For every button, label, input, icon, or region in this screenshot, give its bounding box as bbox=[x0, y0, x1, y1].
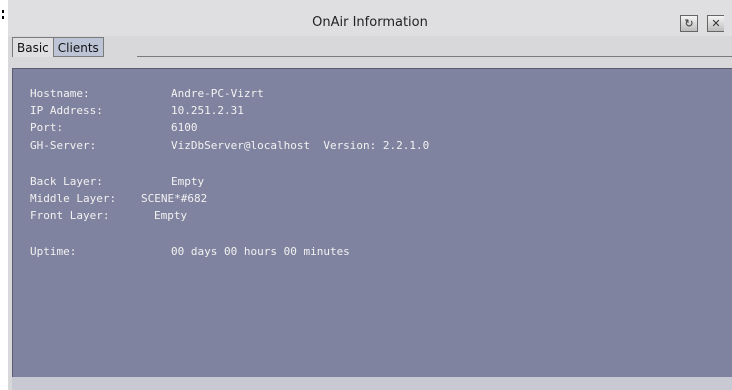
window-edge bbox=[0, 0, 8, 390]
front-layer-row: Front Layer: Empty bbox=[30, 209, 187, 225]
back-layer-row: Back Layer: Empty bbox=[30, 175, 204, 191]
port-row: Port: 6100 bbox=[30, 121, 198, 137]
uptime-row: Uptime: 00 days 00 hours 00 minutes bbox=[30, 245, 350, 261]
port-value: 6100 bbox=[171, 121, 198, 134]
window-title: OnAir Information bbox=[312, 15, 428, 30]
ghserver-value: VizDbServer@localhost Version: 2.2.1.0 bbox=[171, 139, 430, 152]
close-button[interactable]: ✕ bbox=[707, 15, 724, 32]
port-label: Port: bbox=[30, 121, 64, 134]
title-bar: OnAir Information ↻ ✕ bbox=[8, 0, 732, 36]
edge-mark bbox=[2, 16, 4, 19]
front-layer-value: Empty bbox=[154, 209, 188, 222]
uptime-label: Uptime: bbox=[30, 245, 77, 258]
middle-layer-label: Middle Layer: bbox=[30, 192, 117, 205]
ip-value: 10.251.2.31 bbox=[171, 104, 244, 117]
ip-label: IP Address: bbox=[30, 104, 103, 117]
info-panel: Hostname: Andre-PC-Vizrt IP Address: 10.… bbox=[12, 68, 732, 377]
uptime-value: 00 days 00 hours 00 minutes bbox=[171, 245, 350, 258]
middle-layer-row: Middle Layer: SCENE*#682 bbox=[30, 192, 207, 208]
ip-row: IP Address: 10.251.2.31 bbox=[30, 104, 244, 120]
edge-mark bbox=[2, 10, 4, 13]
status-bar bbox=[12, 377, 732, 390]
tab-bar: Basic Clients bbox=[12, 37, 104, 57]
back-layer-value: Empty bbox=[171, 175, 205, 188]
refresh-icon: ↻ bbox=[684, 17, 694, 30]
refresh-button[interactable]: ↻ bbox=[680, 15, 698, 32]
hostname-label: Hostname: bbox=[30, 87, 90, 100]
back-layer-label: Back Layer: bbox=[30, 175, 103, 188]
hostname-value: Andre-PC-Vizrt bbox=[171, 87, 264, 100]
ghserver-label: GH-Server: bbox=[30, 139, 97, 152]
ghserver-row: GH-Server: VizDbServer@localhost Version… bbox=[30, 139, 429, 155]
hostname-row: Hostname: Andre-PC-Vizrt bbox=[30, 87, 264, 103]
tab-basic[interactable]: Basic bbox=[12, 37, 54, 57]
middle-layer-value: SCENE*#682 bbox=[141, 192, 208, 205]
window: OnAir Information ↻ ✕ Basic Clients Host… bbox=[0, 0, 732, 390]
tab-divider bbox=[137, 56, 732, 57]
close-icon: ✕ bbox=[711, 17, 721, 30]
front-layer-label: Front Layer: bbox=[30, 209, 110, 222]
tab-clients[interactable]: Clients bbox=[53, 37, 104, 57]
